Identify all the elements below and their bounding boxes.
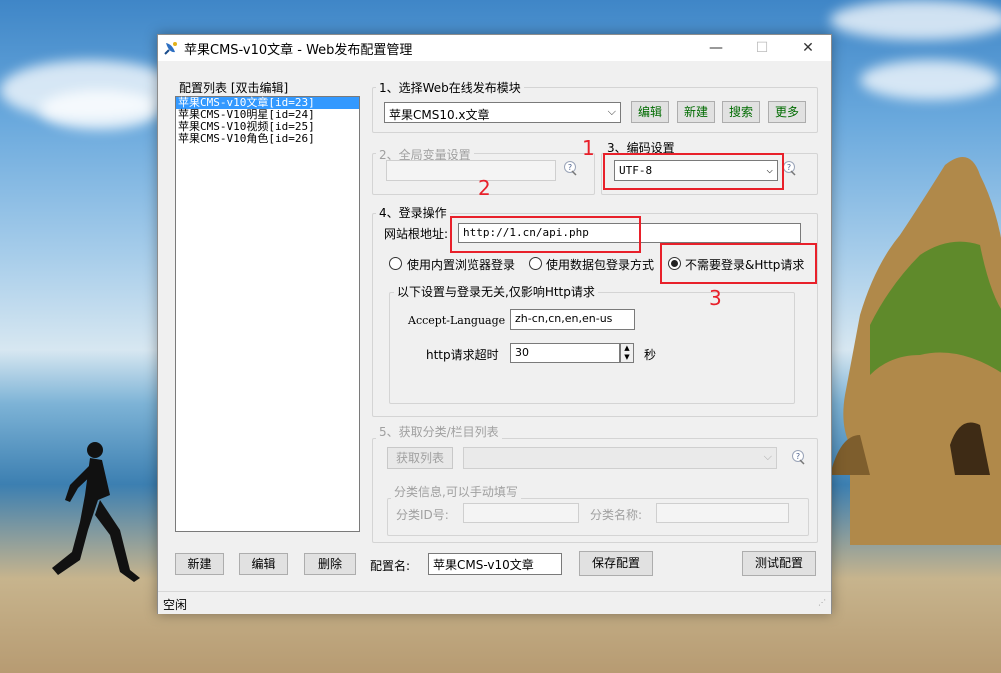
cloud (830, 0, 1001, 40)
edit-config-button[interactable]: 编辑 (239, 553, 288, 575)
chevron-down-icon: ⌵ (763, 450, 772, 463)
category-name-input (656, 503, 789, 523)
fetch-list-button: 获取列表 (387, 447, 453, 469)
test-config-button[interactable]: 测试配置 (742, 551, 816, 576)
annotation-box-encoding (603, 153, 784, 190)
maximize-button[interactable]: ☐ (739, 35, 785, 61)
window-title: 苹果CMS-v10文章 - Web发布配置管理 (184, 43, 413, 58)
more-module-button[interactable]: 更多 (768, 101, 806, 123)
section-5-title: 5、获取分类/栏目列表 (376, 423, 502, 440)
module-select[interactable]: 苹果CMS10.x文章 ⌵ (384, 102, 621, 123)
edit-module-button[interactable]: 编辑 (631, 101, 669, 123)
timeout-input[interactable]: 30 (510, 343, 620, 363)
config-list-header: 配置列表 [双击编辑] (179, 81, 289, 95)
accept-language-input[interactable]: zh-cn,cn,en,en-us (510, 309, 635, 330)
config-name-input[interactable]: 苹果CMS-v10文章 (428, 553, 562, 575)
cloud (860, 60, 1000, 100)
section-4-title: 4、登录操作 (376, 204, 450, 221)
global-variable-field (386, 160, 556, 181)
runner-silhouette (52, 442, 140, 582)
chevron-down-icon: ⌵ (607, 105, 616, 118)
radio-builtin-browser-label[interactable]: 使用内置浏览器登录 (407, 256, 515, 273)
close-button[interactable]: ✕ (785, 35, 831, 61)
help-icon[interactable]: ? (791, 449, 807, 465)
status-text: 空闲 (163, 598, 188, 612)
annotation-number-2: 2 (478, 176, 491, 200)
category-name-label: 分类名称: (590, 508, 643, 522)
satellite-icon (164, 42, 177, 55)
category-id-label: 分类ID号: (396, 508, 449, 522)
timeout-unit: 秒 (644, 348, 657, 362)
delete-config-button[interactable]: 删除 (304, 553, 356, 575)
annotation-box-no-login (660, 243, 817, 284)
stepper-up-icon[interactable]: ▲ (621, 344, 633, 353)
cloud (40, 90, 160, 130)
save-config-button[interactable]: 保存配置 (579, 551, 653, 576)
category-info-title: 分类信息,可以手动填写 (391, 483, 521, 500)
config-name-label: 配置名: (370, 559, 411, 573)
annotation-box-root-url (450, 216, 641, 253)
resize-grip-icon[interactable]: ⋰ (818, 598, 826, 607)
title-bar: 苹果CMS-v10文章 - Web发布配置管理 — ☐ ✕ (158, 35, 831, 61)
help-icon[interactable]: ? (782, 160, 798, 176)
new-module-button[interactable]: 新建 (677, 101, 715, 123)
new-config-button[interactable]: 新建 (175, 553, 224, 575)
radio-builtin-browser[interactable] (389, 257, 402, 270)
app-window: 苹果CMS-v10文章 - Web发布配置管理 — ☐ ✕ 配置列表 [双击编辑… (157, 34, 832, 614)
radio-packet-login-label[interactable]: 使用数据包登录方式 (546, 256, 654, 273)
svg-text:?: ? (568, 163, 572, 172)
sea-arch-rock (830, 157, 1001, 545)
help-icon[interactable]: ? (563, 160, 579, 176)
status-bar: 空闲 ⋰ (158, 591, 831, 614)
stepper-down-icon[interactable]: ▼ (621, 353, 633, 362)
http-settings-title: 以下设置与登录无关,仅影响Http请求 (394, 283, 598, 300)
timeout-label: http请求超时 (426, 348, 499, 362)
root-url-label: 网站根地址: (384, 227, 449, 241)
category-select: ⌵ (463, 447, 777, 469)
module-select-value: 苹果CMS10.x文章 (389, 108, 490, 122)
svg-text:?: ? (787, 163, 791, 172)
search-module-button[interactable]: 搜索 (722, 101, 760, 123)
timeout-stepper[interactable]: ▲ ▼ (620, 343, 634, 363)
annotation-number-1: 1 (582, 136, 595, 160)
annotation-number-3: 3 (709, 286, 722, 310)
list-item[interactable]: 苹果CMS-V10角色[id=26] (176, 133, 359, 145)
minimize-button[interactable]: — (693, 35, 739, 61)
config-listbox[interactable]: 苹果CMS-v10文章[id=23] 苹果CMS-V10明星[id=24] 苹果… (175, 96, 360, 532)
accept-language-label: Accept-Language (408, 314, 506, 327)
radio-packet-login[interactable] (529, 257, 542, 270)
section-1-title: 1、选择Web在线发布模块 (376, 79, 524, 96)
svg-text:?: ? (796, 452, 800, 461)
category-id-input (463, 503, 579, 523)
